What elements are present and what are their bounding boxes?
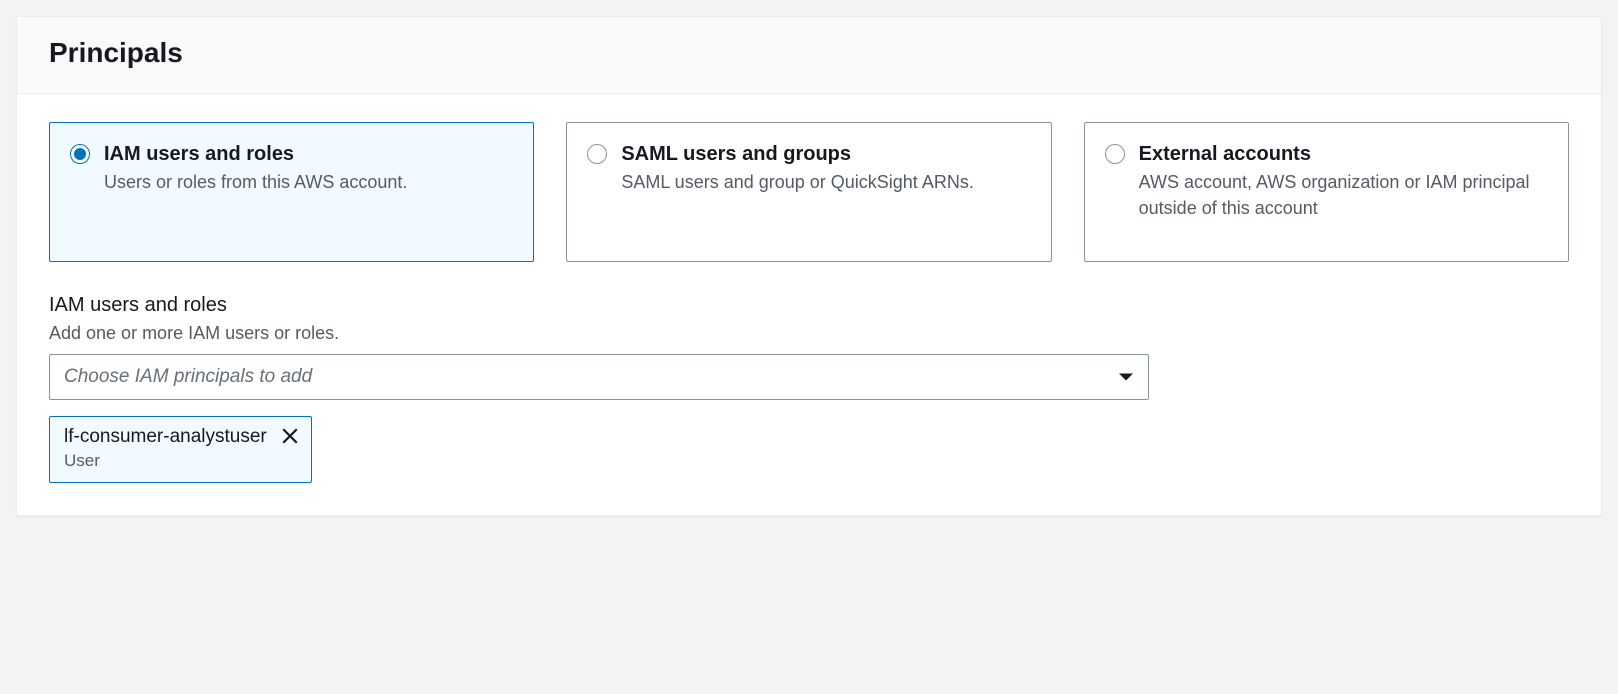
remove-token-button[interactable] <box>281 425 299 448</box>
radio-title-iam: IAM users and roles <box>104 141 513 167</box>
radio-desc-iam: Users or roles from this AWS account. <box>104 169 513 195</box>
section-label: IAM users and roles <box>49 294 1569 317</box>
selected-principals-tokens: lf-consumer-analystuser User <box>49 416 1569 483</box>
radio-tile-external-accounts[interactable]: External accounts AWS account, AWS organ… <box>1084 122 1569 262</box>
radio-title-external: External accounts <box>1139 141 1548 167</box>
token-type: User <box>64 450 267 472</box>
radio-tile-saml-users-groups[interactable]: SAML users and groups SAML users and gro… <box>566 122 1051 262</box>
radio-desc-saml: SAML users and group or QuickSight ARNs. <box>621 169 1030 195</box>
principals-panel: Principals IAM users and roles Users or … <box>16 16 1602 516</box>
radio-title-saml: SAML users and groups <box>621 141 1030 167</box>
section-sublabel: Add one or more IAM users or roles. <box>49 323 1569 344</box>
radio-icon <box>70 144 90 164</box>
radio-tile-iam-users-roles[interactable]: IAM users and roles Users or roles from … <box>49 122 534 262</box>
panel-header: Principals <box>17 17 1601 94</box>
token-name: lf-consumer-analystuser <box>64 425 267 450</box>
radio-icon <box>1105 144 1125 164</box>
iam-principals-section: IAM users and roles Add one or more IAM … <box>49 294 1569 483</box>
select-placeholder: Choose IAM principals to add <box>64 366 312 388</box>
principal-type-radio-group: IAM users and roles Users or roles from … <box>49 122 1569 262</box>
panel-body: IAM users and roles Users or roles from … <box>17 94 1601 515</box>
chevron-down-icon <box>1119 374 1133 381</box>
token-item: lf-consumer-analystuser User <box>49 416 312 483</box>
panel-title: Principals <box>49 37 1569 69</box>
radio-desc-external: AWS account, AWS organization or IAM pri… <box>1139 169 1548 221</box>
radio-icon <box>587 144 607 164</box>
close-icon <box>281 427 299 445</box>
iam-principals-select[interactable]: Choose IAM principals to add <box>49 354 1149 400</box>
